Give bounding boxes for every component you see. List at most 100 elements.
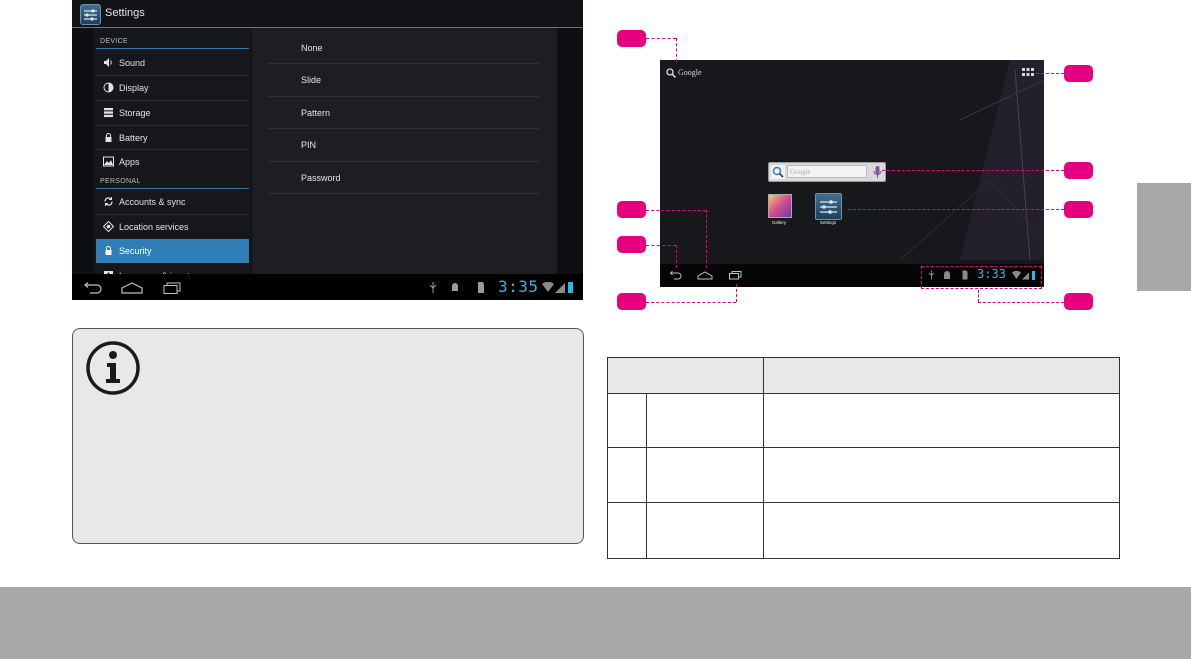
lock-option-pin[interactable]: PIN	[301, 140, 316, 150]
lock-option-pattern[interactable]: Pattern	[301, 108, 330, 118]
sidebar-item-storage[interactable]: Storage	[96, 101, 249, 125]
volume-icon	[103, 57, 114, 68]
category-divider	[96, 48, 249, 49]
callout-leader	[646, 245, 676, 246]
footer-band	[0, 587, 1191, 659]
reference-table	[607, 357, 1120, 559]
sidebar-item-label: Display	[119, 83, 149, 93]
sidebar-item-label: Storage	[119, 108, 151, 118]
location-icon	[102, 220, 115, 233]
callout-marker	[1064, 201, 1093, 218]
sidebar-item-security[interactable]: Security	[96, 239, 249, 263]
app-drawer-icon[interactable]	[1022, 68, 1034, 77]
table-row-divider	[608, 447, 1119, 448]
table-row-divider	[608, 502, 1119, 503]
sidebar-item-apps[interactable]: Apps	[96, 150, 249, 174]
callout-marker	[1064, 65, 1093, 82]
settings-category-list: DEVICE Sound Display Storage Battery App…	[94, 28, 251, 281]
search-icon[interactable]	[666, 68, 676, 78]
category-header-device: DEVICE	[100, 38, 128, 45]
settings-action-bar: Settings	[72, 0, 583, 28]
google-search-widget[interactable]: Google	[768, 162, 886, 182]
sidebar-item-label: Location services	[119, 222, 189, 232]
callout-leader	[848, 209, 1064, 210]
sidebar-item-location[interactable]: Location services	[96, 215, 249, 239]
callout-leader	[676, 245, 677, 268]
back-icon[interactable]	[668, 271, 682, 280]
system-bar: 3:35	[72, 274, 583, 300]
info-icon	[86, 341, 140, 395]
divider	[268, 128, 539, 129]
apps-icon	[103, 156, 114, 167]
search-input[interactable]: Google	[787, 165, 867, 178]
back-icon[interactable]	[82, 282, 102, 294]
settings-app-icon[interactable]	[80, 4, 101, 25]
android-debug-icon	[452, 283, 458, 291]
sidebar-item-label: Accounts & sync	[119, 197, 186, 207]
info-note-box	[72, 328, 584, 544]
wifi-signal-icon	[542, 282, 565, 293]
settings-title: Settings	[105, 7, 145, 19]
settings-app-label: Settings	[819, 220, 837, 225]
callout-leader	[882, 170, 1064, 171]
google-search-label[interactable]: Google	[678, 68, 702, 77]
table-column-divider	[646, 393, 647, 558]
callout-marker	[1064, 293, 1093, 310]
recent-apps-icon[interactable]	[163, 282, 181, 294]
lock-option-password[interactable]: Password	[301, 173, 341, 183]
divider	[268, 193, 539, 194]
callout-marker	[617, 201, 646, 218]
settings-app-icon[interactable]	[815, 193, 842, 220]
home-screen-screenshot: Google Google Gallery Settings 3:33	[660, 60, 1044, 287]
callout-marker	[617, 236, 646, 253]
lock-option-none[interactable]: None	[301, 43, 323, 53]
recent-apps-icon[interactable]	[729, 271, 742, 280]
lock-icon	[103, 245, 114, 256]
home-icon[interactable]	[121, 282, 143, 294]
sidebar-item-label: Security	[119, 246, 152, 256]
storage-icon	[103, 107, 114, 118]
callout-leader	[978, 302, 1064, 303]
callout-leader	[646, 210, 706, 211]
microphone-icon[interactable]	[873, 165, 882, 179]
sidebar-item-sound[interactable]: Sound	[96, 51, 249, 75]
gallery-app-icon[interactable]	[768, 194, 792, 218]
category-divider	[96, 188, 249, 189]
battery-icon	[103, 132, 114, 143]
callout-marker	[617, 30, 646, 47]
gallery-app-label: Gallery	[771, 220, 787, 225]
status-clock: 3:35	[498, 277, 539, 296]
callout-leader	[676, 38, 677, 62]
home-icon[interactable]	[697, 271, 713, 280]
chapter-side-tab	[1137, 183, 1191, 291]
brightness-icon	[103, 82, 114, 93]
battery-status-icon	[568, 282, 573, 293]
status-area-highlight	[921, 266, 1042, 289]
settings-screenshot: Settings DEVICE Sound Display Storage Ba…	[72, 0, 583, 300]
callout-leader	[1036, 73, 1064, 74]
sidebar-item-label: Apps	[119, 157, 140, 167]
divider	[268, 63, 539, 64]
callout-leader	[736, 284, 737, 302]
sidebar-item-label: Sound	[119, 58, 146, 68]
callout-leader	[646, 302, 736, 303]
usb-icon	[429, 282, 437, 293]
divider	[268, 96, 539, 97]
sidebar-item-accounts-sync[interactable]: Accounts & sync	[96, 190, 249, 214]
callout-leader	[706, 210, 707, 268]
screen-lock-options-panel: None Slide Pattern PIN Password	[252, 28, 557, 274]
sync-icon	[103, 196, 114, 207]
search-icon	[771, 165, 785, 179]
callout-leader	[646, 38, 676, 39]
sidebar-item-label: Battery	[119, 133, 148, 143]
table-column-divider	[763, 358, 764, 558]
table-header-row	[608, 358, 1119, 394]
divider	[268, 161, 539, 162]
callout-marker	[1064, 162, 1093, 179]
callout-marker	[617, 293, 646, 310]
callout-leader	[978, 290, 979, 302]
category-header-personal: PERSONAL	[100, 178, 141, 185]
sidebar-item-display[interactable]: Display	[96, 76, 249, 100]
sidebar-item-battery[interactable]: Battery	[96, 126, 249, 150]
lock-option-slide[interactable]: Slide	[301, 75, 321, 85]
